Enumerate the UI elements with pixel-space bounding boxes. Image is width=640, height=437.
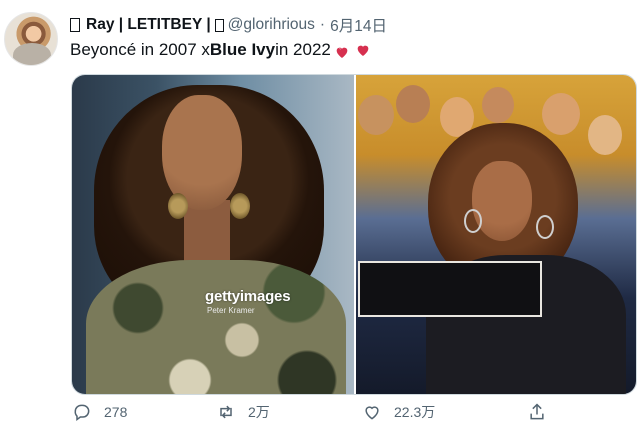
watermark: gettyimages <box>205 288 291 305</box>
heart-emoji-icon <box>334 44 350 60</box>
crowd-person <box>588 115 622 155</box>
like-button[interactable]: 22.3万 <box>362 402 435 422</box>
reply-count: 278 <box>104 404 128 420</box>
like-count: 22.3万 <box>394 404 436 420</box>
share-button[interactable] <box>527 402 559 422</box>
tweet-text-bold: Blue Ivy <box>209 40 276 59</box>
heart-emoji-icon <box>355 42 371 58</box>
earring-icon <box>230 193 250 219</box>
tweet-date[interactable]: 6月14日 <box>330 14 387 36</box>
like-icon <box>365 406 379 420</box>
tweet-actions: 278 2万 22.3万 <box>72 402 632 432</box>
avatar[interactable] <box>4 12 58 66</box>
header-separator: · <box>319 16 326 33</box>
reply-button[interactable]: 278 <box>72 402 127 422</box>
crowd-person <box>482 87 514 123</box>
photo-camo-jacket <box>86 260 346 394</box>
tweet-header: Ray | LETITBEY | @glorihrious · 6月14日 <box>70 14 387 36</box>
photo-screen <box>358 261 542 317</box>
name-emoji-icon-2 <box>214 18 224 32</box>
tweet-text: Beyoncé in 2007 x Blue Ivy in 2022 <box>70 40 371 60</box>
reply-icon <box>74 404 90 421</box>
user-handle[interactable]: @glorihrious <box>228 16 315 34</box>
tweet-media[interactable]: gettyimages Peter Kramer <box>71 74 637 395</box>
retweet-button[interactable]: 2万 <box>216 402 270 422</box>
retweet-icon <box>220 405 232 419</box>
earring-icon <box>168 193 188 219</box>
earring-icon <box>536 215 554 239</box>
retweet-count: 2万 <box>248 404 270 420</box>
crowd-person <box>396 85 430 123</box>
watermark-credit: Peter Kramer <box>207 306 255 315</box>
tweet-text-part-3: in 2022 <box>275 40 331 59</box>
tweet-text-part-1: Beyoncé in 2007 x <box>70 40 210 59</box>
earring-icon <box>464 209 482 233</box>
name-emoji-icon <box>70 18 80 32</box>
crowd-person <box>358 95 394 135</box>
photo-right[interactable] <box>356 75 636 394</box>
photo-left[interactable]: gettyimages Peter Kramer <box>72 75 354 394</box>
photo-face <box>472 161 532 241</box>
display-name[interactable]: Ray | LETITBEY | <box>86 16 211 34</box>
crowd-person <box>542 93 580 135</box>
share-icon <box>530 403 544 420</box>
